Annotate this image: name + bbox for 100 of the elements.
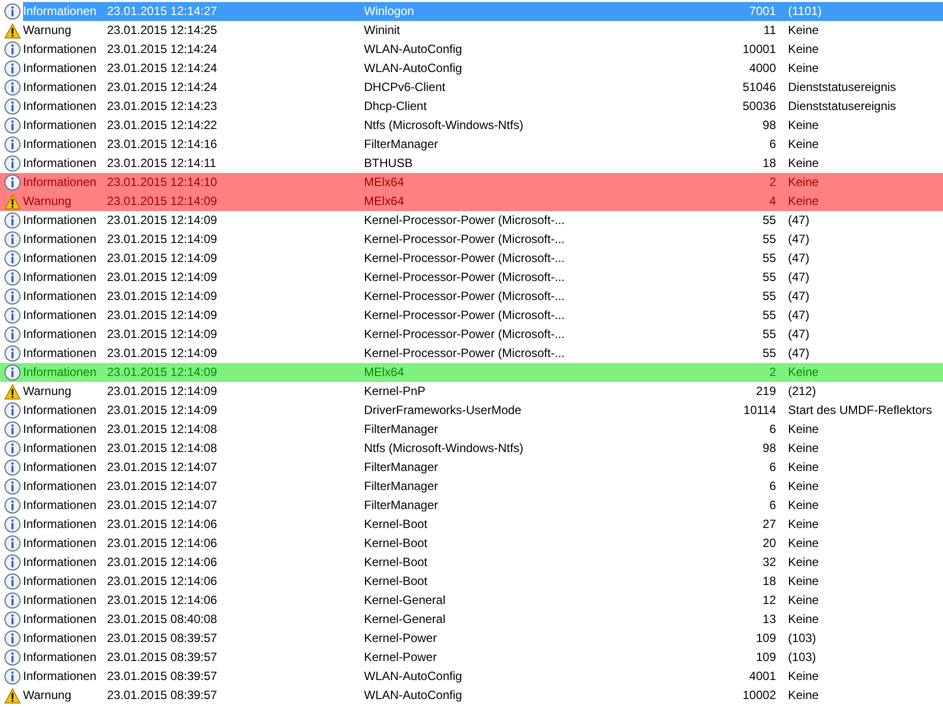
date-cell-text: 23.01.2015 12:14:23 — [107, 98, 218, 115]
event-row[interactable]: Informationen 23.01.2015 12:14:09 Kernel-Processor-Power (Microsoft-... 55 (47) — [0, 287, 943, 306]
level-text: Informationen — [23, 98, 98, 115]
date-cell-text: 23.01.2015 12:14:09 — [107, 288, 218, 305]
source-cell-text: FilterManager — [364, 136, 440, 153]
date-cell-text: 23.01.2015 12:14:08 — [107, 440, 218, 457]
event-id-cell-text: 55 — [762, 326, 776, 343]
event-row[interactable]: Informationen 23.01.2015 12:14:23 Dhcp-Client 50036 Dienststatusereignis — [0, 97, 943, 116]
category-cell-text: Dienststatusereignis — [787, 79, 898, 96]
event-row[interactable]: Informationen 23.01.2015 12:14:09 Kernel-Processor-Power (Microsoft-... 55 (47) — [0, 249, 943, 268]
category-cell-text: (47) — [787, 269, 810, 286]
event-id-cell-text: 55 — [762, 288, 776, 305]
date-cell-text: 23.01.2015 12:14:09 — [107, 326, 218, 343]
source-cell-text: Kernel-PnP — [364, 383, 426, 400]
date-cell-text: 23.01.2015 12:14:22 — [107, 117, 218, 134]
level-text: Informationen — [23, 212, 98, 229]
event-id-cell-text: 55 — [762, 307, 776, 324]
event-row[interactable]: Informationen 23.01.2015 12:14:09 Kernel-Processor-Power (Microsoft-... 55 (47) — [0, 306, 943, 325]
info-icon — [4, 155, 21, 172]
level-text: Informationen — [23, 421, 98, 438]
event-row[interactable]: Informationen 23.01.2015 12:14:07 FilterManager 6 Keine — [0, 496, 943, 515]
event-row[interactable]: Warnung 23.01.2015 08:39:57 WLAN-AutoConfig 10002 Keine — [0, 686, 943, 705]
event-row[interactable]: Informationen 23.01.2015 08:39:57 WLAN-AutoConfig 4001 Keine — [0, 667, 943, 686]
event-id-cell-text: 50036 — [742, 98, 776, 115]
event-row[interactable]: Informationen 23.01.2015 12:14:08 FilterManager 6 Keine — [0, 420, 943, 439]
source-cell-text: Kernel-Processor-Power (Microsoft-... — [364, 212, 566, 229]
info-icon — [4, 79, 21, 96]
event-row[interactable]: Informationen 23.01.2015 12:14:16 FilterManager 6 Keine — [0, 135, 943, 154]
level-text: Informationen — [23, 573, 98, 590]
info-icon — [4, 345, 21, 362]
info-icon — [4, 98, 21, 115]
event-id-cell-text: 55 — [762, 250, 776, 267]
info-icon — [4, 478, 21, 495]
event-row[interactable]: Informationen 23.01.2015 12:14:22 Ntfs (Microsoft-Windows-Ntfs) 98 Keine — [0, 116, 943, 135]
level-text: Informationen — [23, 459, 98, 476]
event-row[interactable]: Informationen 23.01.2015 12:14:24 DHCPv6-Client 51046 Dienststatusereignis — [0, 78, 943, 97]
level-text: Informationen — [23, 611, 98, 628]
date-cell-text: 23.01.2015 12:14:09 — [107, 307, 218, 324]
source-cell-text: Kernel-General — [364, 611, 446, 628]
level-text: Informationen — [23, 155, 98, 172]
event-id-cell-text: 51046 — [742, 79, 776, 96]
date-cell-text: 23.01.2015 12:14:08 — [107, 421, 218, 438]
event-row[interactable]: Informationen 23.01.2015 12:14:07 FilterManager 6 Keine — [0, 477, 943, 496]
event-row[interactable]: Warnung 23.01.2015 12:14:09 Kernel-PnP 219 (212) — [0, 382, 943, 401]
source-cell-text: Kernel-Boot — [364, 516, 428, 533]
date-cell-text: 23.01.2015 08:40:08 — [107, 611, 218, 628]
info-icon — [4, 611, 21, 628]
info-icon — [4, 212, 21, 229]
event-id-cell-text: 10114 — [742, 402, 776, 419]
event-row[interactable]: Informationen 23.01.2015 08:40:08 Kernel-General 13 Keine — [0, 610, 943, 629]
event-row[interactable]: Informationen 23.01.2015 08:39:57 Kernel-Power 109 (103) — [0, 648, 943, 667]
event-row[interactable]: Informationen 23.01.2015 12:14:11 BTHUSB 18 Keine — [0, 154, 943, 173]
event-row[interactable]: Informationen 23.01.2015 12:14:09 Kernel-Processor-Power (Microsoft-... 55 (47) — [0, 211, 943, 230]
source-cell-text: DriverFrameworks-UserMode — [364, 402, 522, 419]
event-row[interactable]: Informationen 23.01.2015 12:14:09 Kernel-Processor-Power (Microsoft-... 55 (47) — [0, 325, 943, 344]
event-id-cell-text: 55 — [762, 231, 776, 248]
info-icon — [4, 136, 21, 153]
event-row[interactable]: Informationen 23.01.2015 12:14:24 WLAN-AutoConfig 10001 Keine — [0, 40, 943, 59]
category-cell-text: (47) — [787, 250, 810, 267]
source-cell-text: Ntfs (Microsoft-Windows-Ntfs) — [364, 440, 524, 457]
source-cell-text: FilterManager — [364, 497, 440, 514]
event-row[interactable]: Informationen 23.01.2015 12:14:06 Kernel-Boot 20 Keine — [0, 534, 943, 553]
event-row[interactable]: Informationen 23.01.2015 12:14:06 Kernel-General 12 Keine — [0, 591, 943, 610]
level-text: Informationen — [23, 117, 98, 134]
source-cell-text: Kernel-Power — [364, 630, 438, 647]
event-id-cell-text: 109 — [754, 649, 776, 666]
date-cell-text: 23.01.2015 12:14:09 — [107, 269, 218, 286]
event-row[interactable]: Informationen 23.01.2015 12:14:09 Kernel-Processor-Power (Microsoft-... 55 (47) — [0, 230, 943, 249]
event-row[interactable]: Informationen 23.01.2015 12:14:06 Kernel-Boot 27 Keine — [0, 515, 943, 534]
event-row[interactable]: Informationen 23.01.2015 12:14:09 Kernel-Processor-Power (Microsoft-... 55 (47) — [0, 344, 943, 363]
event-id-cell-text: 98 — [762, 117, 776, 134]
event-id-cell-text: 32 — [762, 554, 776, 571]
category-cell-text: (212) — [787, 383, 818, 400]
event-row[interactable]: Informationen 23.01.2015 12:14:06 Kernel-Boot 18 Keine — [0, 572, 943, 591]
category-cell-text: Keine — [787, 459, 820, 476]
event-row[interactable]: Informationen 23.01.2015 12:14:24 WLAN-AutoConfig 4000 Keine — [0, 59, 943, 78]
source-cell-text: BTHUSB — [364, 155, 414, 172]
source-cell-text: FilterManager — [364, 478, 440, 495]
warning-icon — [4, 194, 21, 210]
event-row[interactable]: Informationen 23.01.2015 12:14:09 Kernel-Processor-Power (Microsoft-... 55 (47) — [0, 268, 943, 287]
event-id-cell-text: 219 — [754, 383, 776, 400]
event-row[interactable]: Informationen 23.01.2015 12:14:06 Kernel-Boot 32 Keine — [0, 553, 943, 572]
event-id-cell-text: 109 — [754, 630, 776, 647]
category-cell-text: (47) — [787, 307, 810, 324]
event-id-cell-text: 18 — [762, 573, 776, 590]
source-cell-text: Kernel-Processor-Power (Microsoft-... — [364, 250, 566, 267]
event-id-cell-text: 10002 — [742, 687, 776, 704]
event-row[interactable]: Informationen 23.01.2015 12:14:09 DriverFrameworks-UserMode 10114 Start des UMDF-Reflektors — [0, 401, 943, 420]
category-cell-text: (103) — [787, 649, 818, 666]
warning-icon — [4, 688, 21, 704]
event-row[interactable]: Informationen 23.01.2015 12:14:07 FilterManager 6 Keine — [0, 458, 943, 477]
event-id-cell-text: 6 — [768, 421, 776, 438]
level-text: Informationen — [23, 630, 98, 647]
event-row[interactable]: Warnung 23.01.2015 12:14:25 Wininit 11 Keine — [0, 21, 943, 40]
event-id-cell-text: 13 — [762, 611, 776, 628]
event-row[interactable]: Informationen 23.01.2015 12:14:08 Ntfs (Microsoft-Windows-Ntfs) 98 Keine — [0, 439, 943, 458]
event-row[interactable]: Informationen 23.01.2015 08:39:57 Kernel-Power 109 (103) — [0, 629, 943, 648]
category-cell-text: Keine — [787, 136, 820, 153]
source-cell-text: DHCPv6-Client — [364, 79, 446, 96]
category-cell-text: Keine — [787, 668, 820, 685]
